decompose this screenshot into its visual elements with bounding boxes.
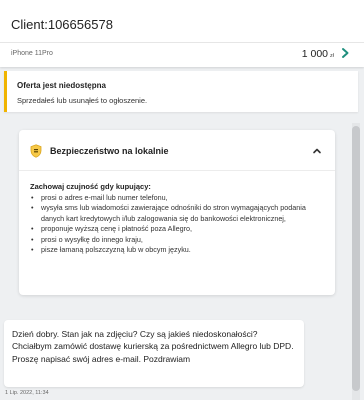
safety-list-item: wysyła sms lub wiadomości zawierające od… xyxy=(30,203,326,224)
safety-list-item: prosi o adres e-mail lub numer telefonu, xyxy=(30,193,326,204)
safety-lead: Zachowaj czujność gdy kupujący: xyxy=(30,182,151,191)
message-bubble: Dzień dobry. Stan jak na zdjęciu? Czy są… xyxy=(4,320,304,387)
safety-list: prosi o adres e-mail lub numer telefonu,… xyxy=(30,193,326,256)
safety-list-item: proponuje wyższą cenę i płatność poza Al… xyxy=(30,224,326,235)
safety-title: Bezpieczeństwo na lokalnie xyxy=(50,146,169,156)
alert-title: Oferta jest niedostępna xyxy=(17,81,106,90)
conversation-header: Client:106656578 iPhone 11Pro 1 000 zł xyxy=(0,0,364,67)
header-divider xyxy=(0,42,364,43)
product-name[interactable]: iPhone 11Pro xyxy=(11,50,53,57)
message-timestamp: 1 Lip. 2022, 11:34 xyxy=(5,390,49,396)
alert-text: Sprzedałeś lub usunąłeś to ogłoszenie. xyxy=(17,96,148,105)
shield-icon xyxy=(30,144,42,158)
chevron-up-icon[interactable] xyxy=(311,144,323,156)
safety-list-item: pisze łamaną polszczyzną lub w obcym jęz… xyxy=(30,245,326,256)
client-title: Client:106656578 xyxy=(11,17,113,32)
message-text: Dzień dobry. Stan jak na zdjęciu? Czy są… xyxy=(12,329,294,364)
scrollbar-thumb[interactable] xyxy=(352,126,360,391)
price-value: 1 000 xyxy=(301,48,329,60)
safety-info-card: Bezpieczeństwo na lokalnie Zachowaj czuj… xyxy=(19,130,335,295)
safety-list-item: prosi o wysyłkę do innego kraju, xyxy=(30,235,326,246)
price-currency: zł xyxy=(330,53,334,59)
chevron-right-icon[interactable] xyxy=(339,46,351,60)
product-price: 1 000 zł xyxy=(302,48,334,60)
offer-unavailable-alert: Oferta jest niedostępna Sprzedałeś lub u… xyxy=(4,71,358,112)
safety-divider xyxy=(19,170,335,171)
